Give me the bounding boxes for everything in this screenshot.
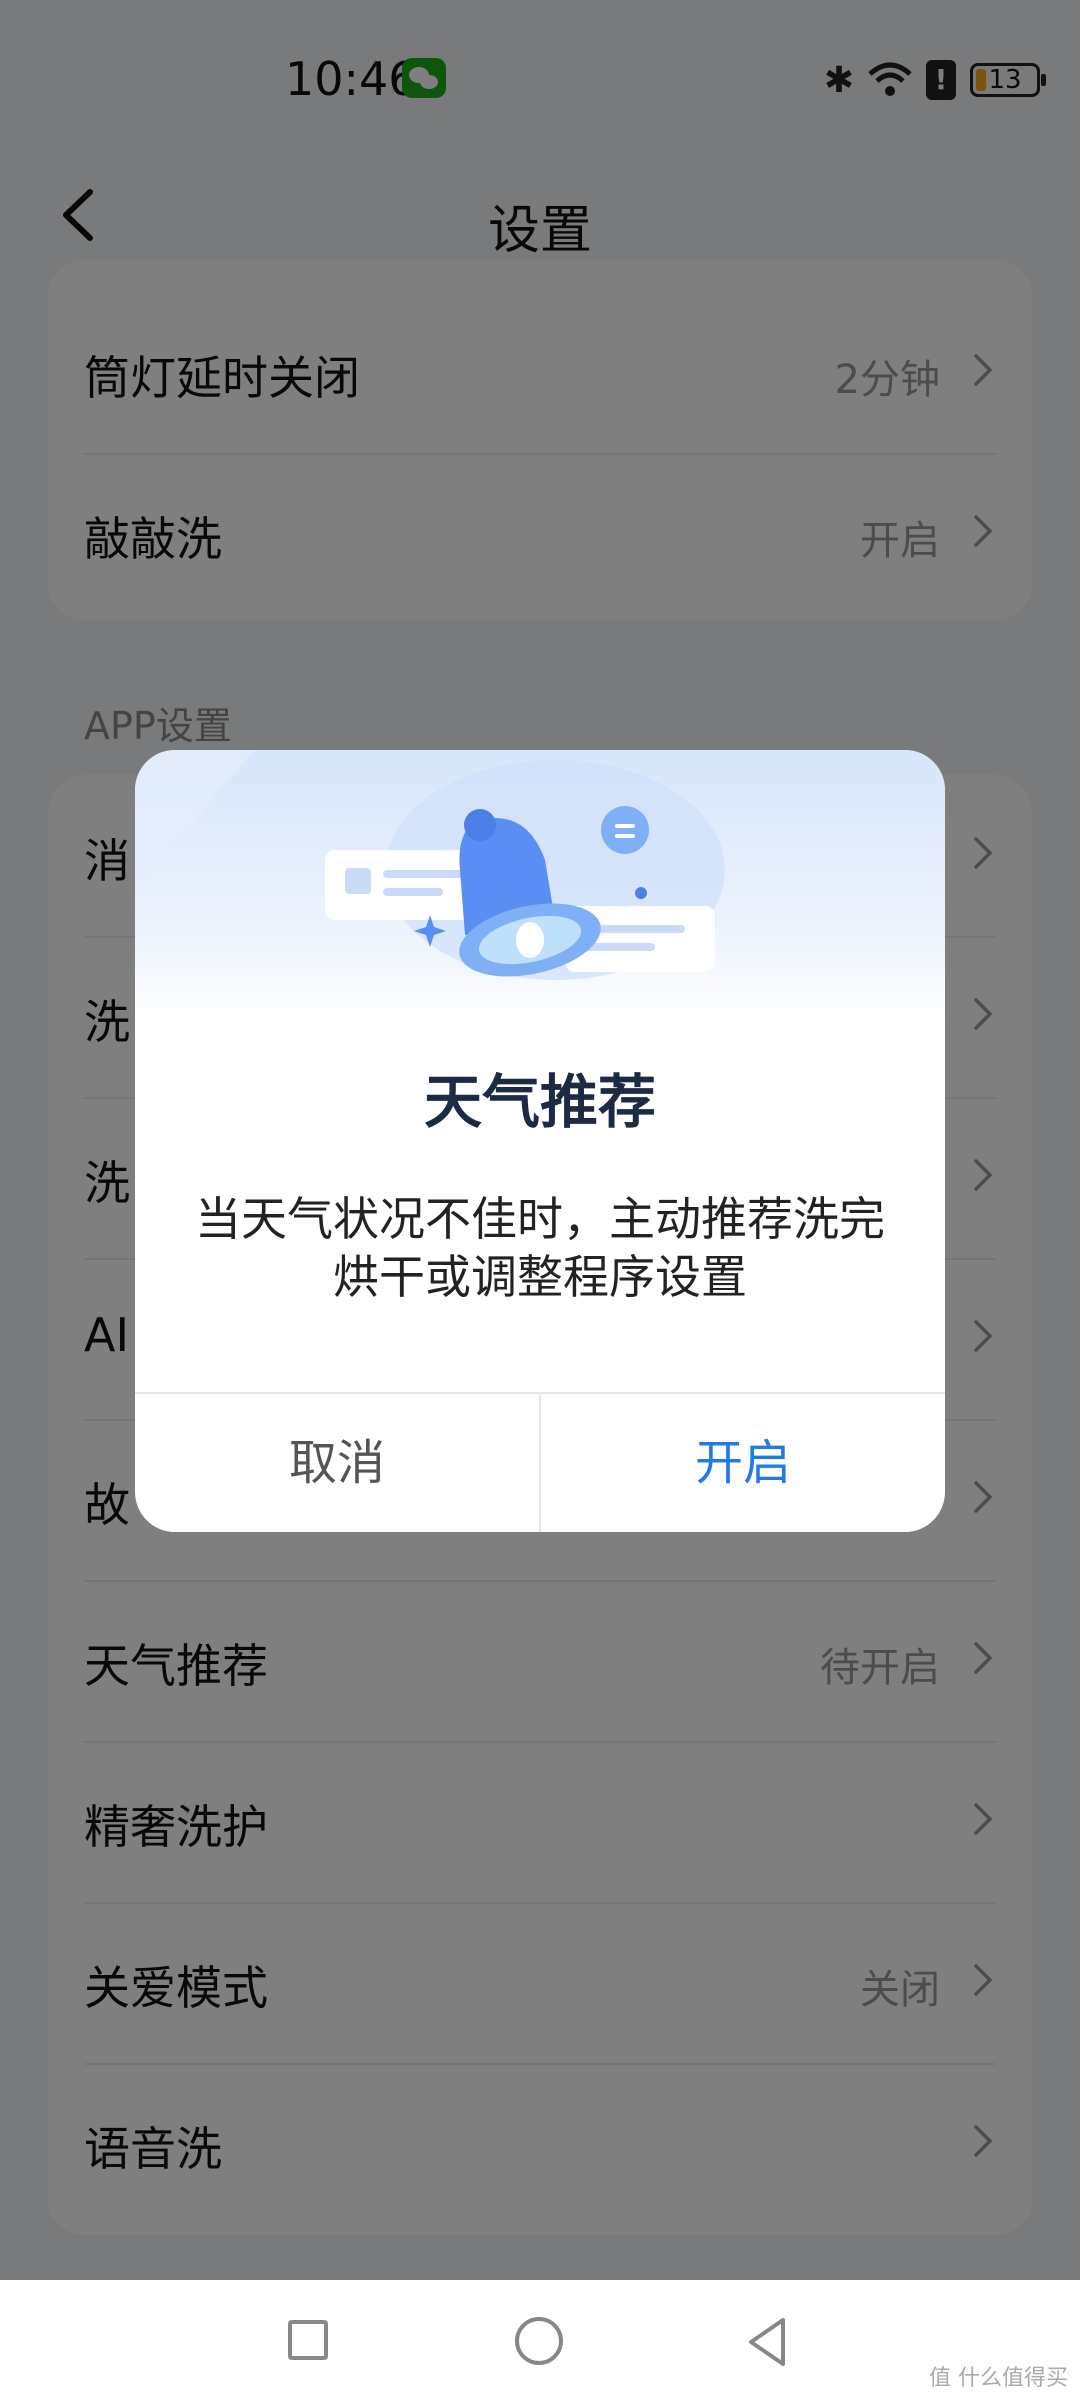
bell-illustration-icon xyxy=(135,750,725,980)
dialog-hero xyxy=(135,750,945,1030)
dialog-title: 天气推荐 xyxy=(423,1068,656,1136)
enable-button[interactable]: 开启 xyxy=(541,1394,945,1532)
home-icon[interactable] xyxy=(515,2317,563,2365)
watermark: 值 什么值得买 xyxy=(929,2366,1068,2391)
system-nav-bar xyxy=(0,2280,1080,2400)
recent-apps-icon[interactable] xyxy=(288,2320,328,2360)
weather-recommend-dialog: 天气推荐 当天气状况不佳时，主动推荐洗完烘干或调整程序设置 取消 开启 xyxy=(135,750,945,1532)
cancel-button[interactable]: 取消 xyxy=(135,1394,541,1532)
back-nav-icon[interactable] xyxy=(745,2316,789,2368)
dialog-message: 当天气状况不佳时，主动推荐洗完烘干或调整程序设置 xyxy=(195,1192,885,1304)
dialog-buttons: 取消 开启 xyxy=(135,1392,945,1532)
